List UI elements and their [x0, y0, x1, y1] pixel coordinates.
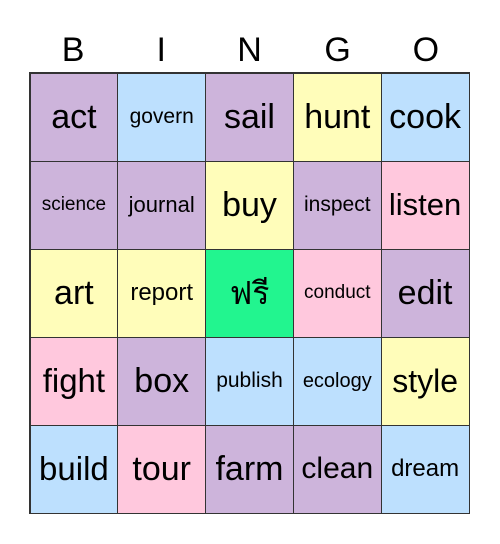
free-space-cell[interactable]: ฟรี	[205, 248, 294, 338]
header-letter: B	[61, 31, 85, 69]
cell-word: publish	[216, 369, 283, 392]
cell-word: ฟรี	[229, 274, 270, 311]
bingo-cell[interactable]: listen	[380, 160, 470, 250]
cell-word: hunt	[304, 97, 371, 136]
header-letter: G	[324, 31, 351, 69]
cell-word: govern	[129, 105, 194, 128]
bingo-header: BINGO	[29, 28, 470, 72]
cell-word: ecology	[302, 369, 372, 392]
bingo-cell[interactable]: farm	[205, 424, 294, 514]
cell-word: clean	[301, 452, 374, 485]
header-letter: O	[412, 31, 440, 69]
bingo-cell[interactable]: fight	[29, 336, 119, 426]
bingo-cell[interactable]: act	[29, 72, 119, 162]
bingo-cell[interactable]: sail	[205, 72, 294, 162]
cell-word: cook	[389, 97, 461, 136]
bingo-cell[interactable]: ecology	[292, 336, 382, 426]
bingo-cell[interactable]: edit	[380, 248, 470, 338]
bingo-card: act govern sail hunt cook science journal buy in…	[29, 72, 470, 514]
cell-word: tour	[132, 449, 191, 488]
cell-word: edit	[397, 273, 453, 312]
bingo-cell[interactable]: clean	[292, 424, 382, 514]
cell-word: journal	[128, 192, 195, 217]
cell-word: box	[134, 361, 190, 400]
bingo-cell[interactable]: govern	[117, 72, 207, 162]
cell-word: inspect	[304, 193, 371, 216]
bingo-cell[interactable]: build	[29, 424, 119, 514]
cell-word: fight	[42, 362, 106, 399]
cell-word: buy	[222, 185, 277, 224]
cell-word: science	[41, 194, 107, 215]
cell-word: dream	[391, 455, 460, 482]
cell-word: farm	[215, 449, 284, 488]
bingo-cell[interactable]: inspect	[292, 160, 382, 250]
bingo-cell[interactable]: publish	[205, 336, 294, 426]
cell-word: build	[39, 450, 109, 487]
cell-word: report	[130, 279, 194, 306]
header-letter: N	[237, 31, 262, 69]
bingo-cell[interactable]: report	[117, 248, 207, 338]
header-letter: I	[156, 31, 166, 69]
bingo-cell[interactable]: buy	[205, 160, 294, 250]
cell-word: sail	[223, 97, 275, 136]
bingo-cell[interactable]: cook	[380, 72, 470, 162]
cell-word: art	[54, 273, 94, 312]
bingo-cell[interactable]: hunt	[292, 72, 382, 162]
cell-word: act	[51, 97, 97, 136]
bingo-cell[interactable]: style	[380, 336, 470, 426]
bingo-cell[interactable]: box	[117, 336, 207, 426]
bingo-cell[interactable]: dream	[380, 424, 470, 514]
cell-word: style	[392, 362, 458, 399]
bingo-cell[interactable]: conduct	[292, 248, 382, 338]
bingo-cell[interactable]: art	[29, 248, 119, 338]
cell-word: listen	[388, 187, 462, 222]
cell-word: conduct	[304, 282, 371, 303]
bingo-cell[interactable]: journal	[117, 160, 207, 250]
bingo-cell[interactable]: science	[29, 160, 119, 250]
bingo-cell[interactable]: tour	[117, 424, 207, 514]
